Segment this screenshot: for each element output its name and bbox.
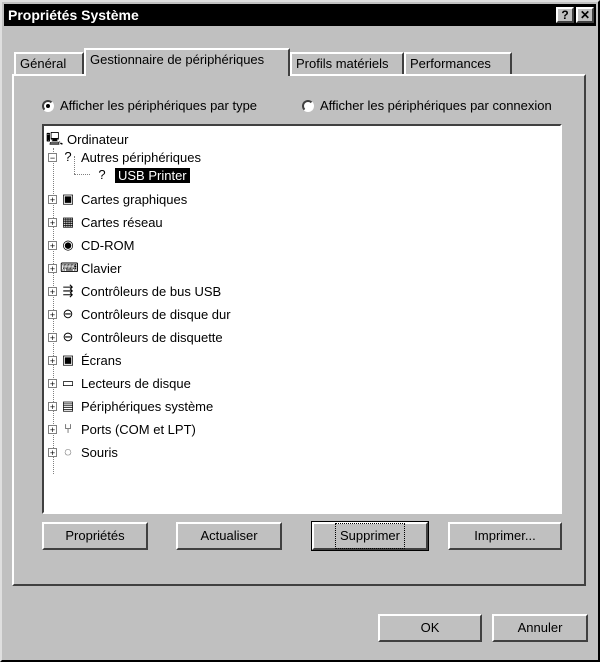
- expand-icon[interactable]: +: [48, 217, 57, 227]
- tree-item-label: Lecteurs de disque: [81, 375, 191, 391]
- expand-icon[interactable]: +: [48, 309, 57, 319]
- properties-button-label: Propriétés: [65, 528, 125, 543]
- tree-root-label: Ordinateur: [67, 131, 129, 147]
- tree-item-category[interactable]: + ⊖ Contrôleurs de disquette: [48, 326, 223, 348]
- screen-icon: ▣: [61, 352, 75, 367]
- expand-icon[interactable]: +: [48, 332, 57, 342]
- tab-performance[interactable]: Performances: [404, 52, 512, 74]
- expand-icon[interactable]: +: [48, 355, 57, 365]
- remove-button-label: Supprimer: [335, 523, 405, 549]
- print-button[interactable]: Imprimer...: [448, 522, 562, 550]
- tree-item-label: Contrôleurs de disque dur: [81, 306, 231, 322]
- system-device-icon: ▤: [61, 398, 75, 413]
- tree-item-usb-printer-label: USB Printer: [115, 167, 190, 183]
- print-button-label: Imprimer...: [474, 528, 536, 543]
- tree-item-label: Cartes réseau: [81, 214, 163, 230]
- ok-button[interactable]: OK: [378, 614, 482, 642]
- tree-item-category[interactable]: + ▣ Écrans: [48, 349, 121, 371]
- tree-item-category[interactable]: + ▭ Lecteurs de disque: [48, 372, 191, 394]
- cdrom-icon: ◉: [62, 237, 74, 252]
- cancel-button[interactable]: Annuler: [492, 614, 588, 642]
- properties-button[interactable]: Propriétés: [42, 522, 148, 550]
- tree-item-category[interactable]: + ⑂ Ports (COM et LPT): [48, 418, 196, 440]
- help-button[interactable]: ?: [556, 7, 574, 23]
- mouse-icon: ◌: [64, 444, 72, 459]
- radio-by-type-label: Afficher les périphériques par type: [60, 98, 258, 113]
- expand-icon[interactable]: +: [48, 240, 57, 250]
- network-card-icon: ▦: [61, 214, 75, 229]
- collapse-icon[interactable]: −: [48, 152, 57, 162]
- tree-item-label: Clavier: [81, 260, 122, 276]
- tree-item-label: Souris: [81, 444, 118, 460]
- expand-icon[interactable]: +: [48, 424, 57, 434]
- tree-item-category[interactable]: + ⌨ Clavier: [48, 257, 121, 279]
- tree-item-label: Contrôleurs de bus USB: [81, 283, 222, 299]
- expand-icon[interactable]: +: [48, 447, 57, 457]
- tab-hardware-profiles[interactable]: Profils matériels: [290, 52, 404, 74]
- tree-item-category[interactable]: + ▦ Cartes réseau: [48, 211, 163, 233]
- usb-icon: ⇶: [62, 283, 74, 298]
- tree-item-usb-printer[interactable]: ? USB Printer: [94, 164, 190, 186]
- tree-item-label: Cartes graphiques: [81, 191, 188, 207]
- refresh-button[interactable]: Actualiser: [176, 522, 282, 550]
- floppy-controller-icon: ⊖: [62, 329, 74, 344]
- tree-item-category[interactable]: + ▣ Cartes graphiques: [48, 188, 187, 210]
- tree-item-category[interactable]: + ⇶ Contrôleurs de bus USB: [48, 280, 221, 302]
- system-properties-window: Propriétés Système ? ✕ Général Gestionna…: [0, 0, 600, 662]
- expand-icon[interactable]: +: [48, 263, 57, 273]
- expand-icon[interactable]: +: [48, 378, 57, 388]
- window-title: Propriétés Système: [8, 7, 139, 23]
- expand-icon[interactable]: +: [48, 194, 57, 204]
- tree-item-label: CD-ROM: [81, 237, 135, 253]
- radio-by-connection-dot[interactable]: [302, 99, 314, 112]
- expand-icon[interactable]: +: [48, 401, 57, 411]
- tree-item-category[interactable]: + ◌ Souris: [48, 441, 118, 463]
- tree-item-category[interactable]: + ◉ CD-ROM: [48, 234, 134, 256]
- title-bar[interactable]: Propriétés Système ? ✕: [4, 4, 596, 26]
- tree-item-label: Ports (COM et LPT): [81, 421, 196, 437]
- monitor-icon: ▣: [61, 191, 75, 206]
- cancel-button-label: Annuler: [517, 620, 563, 635]
- tab-device-manager[interactable]: Gestionnaire de périphériques: [84, 48, 290, 76]
- device-manager-panel: Afficher les périphériques par type Affi…: [12, 74, 586, 586]
- radio-by-connection[interactable]: Afficher les périphériques par connexion: [302, 98, 552, 113]
- radio-by-connection-label: Afficher les périphériques par connexion: [320, 98, 552, 113]
- unknown-device-icon: ?: [64, 149, 72, 164]
- keyboard-icon: ⌨: [60, 260, 79, 275]
- disk-drive-icon: ▭: [61, 375, 75, 390]
- tree-item-category[interactable]: + ▤ Périphériques système: [48, 395, 213, 417]
- harddisk-icon: ⊖: [62, 306, 74, 321]
- tree-item-other-devices-label: Autres périphériques: [81, 149, 201, 165]
- tree-item-label: Périphériques système: [81, 398, 214, 414]
- computer-icon: 🖳: [46, 131, 64, 146]
- tree-guide-branch: [74, 174, 90, 175]
- remove-button[interactable]: Supprimer: [311, 521, 429, 551]
- unknown-device-icon: ?: [98, 167, 106, 182]
- close-button[interactable]: ✕: [576, 7, 594, 23]
- tree-item-category[interactable]: + ⊖ Contrôleurs de disque dur: [48, 303, 231, 325]
- radio-by-type[interactable]: Afficher les périphériques par type: [42, 98, 257, 113]
- ok-button-label: OK: [420, 620, 440, 635]
- port-icon: ⑂: [64, 421, 72, 436]
- tab-general[interactable]: Général: [14, 52, 84, 74]
- tree-item-label: Écrans: [81, 352, 122, 368]
- tree-item-label: Contrôleurs de disquette: [81, 329, 223, 345]
- device-tree[interactable]: 🖳 Ordinateur − ? Autres périphériques ? …: [42, 124, 562, 514]
- refresh-button-label: Actualiser: [200, 528, 258, 543]
- radio-by-type-dot[interactable]: [42, 99, 54, 112]
- expand-icon[interactable]: +: [48, 286, 57, 296]
